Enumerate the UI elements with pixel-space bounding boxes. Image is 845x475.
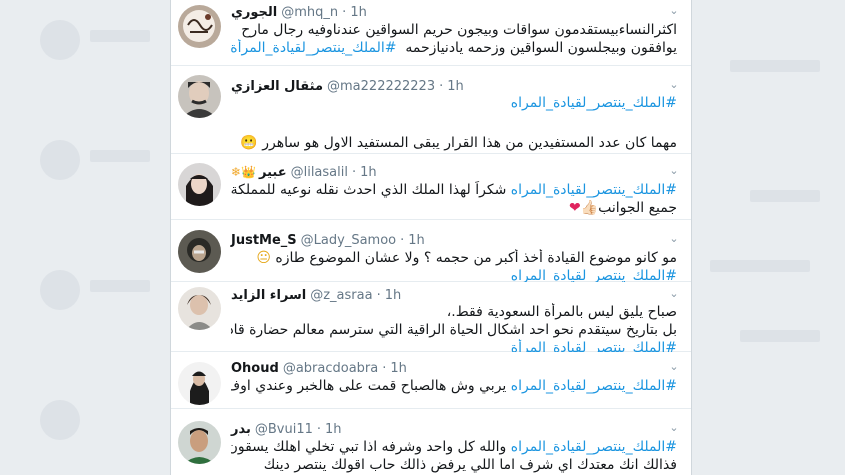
chevron-down-icon[interactable]: ⌄ [669,422,679,433]
tweet-header: الجوري @mhq_n · 1h [231,4,367,20]
tweet[interactable]: اسراء الزايد @z_asraa · 1h ⌄ صباح يليق ل… [171,282,691,356]
timestamp[interactable]: 1h [390,361,407,376]
tweet-header: بدر @Bvui11 · 1h [231,421,342,437]
name-emoji: ❄👑 [231,165,256,179]
tweet-line: #الملك_ينتصر_لقيادة_المراه [231,94,677,112]
hashtag-link[interactable]: #الملك_ينتصر_لقيادة_المراه [511,182,677,198]
chevron-down-icon[interactable]: ⌄ [669,288,679,299]
tweet-line: جميع الجوانب👍🏻❤ [568,200,677,216]
tweet-text: اكثرالنساءبيستقدمون سواقات وبيجون حريم ا… [231,21,677,57]
hashtag-link[interactable]: #الملك_ينتصر_لقيادة_المراه [511,439,677,455]
timestamp[interactable]: 1h [350,5,367,20]
chevron-down-icon[interactable]: ⌄ [669,361,679,372]
tweet[interactable]: ❄👑 عبير @lilasalil · 1h ⌄ #الملك_ينتصر_ل… [171,154,691,220]
hashtag-link[interactable]: #الملك_ينتصر_لقيادة_المراه [511,95,677,111]
user-handle[interactable]: @Lady_Samoo [301,233,396,248]
display-name[interactable]: الجوري [231,5,277,20]
user-handle[interactable]: @ma222222223 [327,79,435,94]
background-right-panel [690,0,845,475]
tweet[interactable]: JustMe_S @Lady_Samoo · 1h ⌄ مو كانو موضو… [171,220,691,285]
chevron-down-icon[interactable]: ⌄ [669,79,679,90]
timestamp[interactable]: 1h [360,165,377,180]
heart-emoji: 👍🏻❤ [568,200,599,216]
avatar[interactable] [178,287,221,330]
tweet-line: صباح يليق ليس بالمرأة السعودية فقط.، [446,304,677,320]
tweet-header: Ohoud @abracdoabra · 1h [231,360,407,376]
avatar[interactable] [178,362,221,405]
avatar[interactable] [178,421,221,464]
tweet-text: #الملك_ينتصر_لقيادة_المراه شكراً لهذا ال… [231,181,677,217]
tweet-line: يوافقون وبيجلسون السواقين وزحمه يادنيازح… [231,40,677,56]
avatar[interactable] [178,75,221,118]
tweet[interactable]: بدر @Bvui11 · 1h ⌄ #الملك_ينتصر_لقيادة_ا… [171,409,691,475]
grimace-emoji: 😬 [240,135,258,151]
tweet[interactable]: Ohoud @abracdoabra · 1h ⌄ #الملك_ينتصر_ل… [171,352,691,409]
avatar[interactable] [178,230,221,273]
tweet-line: #الملك_ينتصر_لقيادة_المراه والله كل واحد… [231,439,677,455]
tweet-header: ❄👑 عبير @lilasalil · 1h [231,164,377,180]
timestamp[interactable]: 1h [385,288,402,303]
tweet-line [231,112,677,130]
tweet[interactable]: مثقال العزازي @ma222222223 · 1h ⌄ #الملك… [171,66,691,154]
display-name[interactable]: JustMe_S [231,233,297,248]
tweet-text: #الملك_ينتصر_لقيادة_المراه والله كل واحد… [231,438,677,474]
user-handle[interactable]: @abracdoabra [283,361,378,376]
timestamp[interactable]: 1h [447,79,464,94]
display-name[interactable]: عبير [259,165,287,180]
tweet-header: مثقال العزازي @ma222222223 · 1h [231,78,464,94]
tweet-line: فذالك انك معتدك اي شرف اما اللي يرفض ذال… [263,457,677,473]
timestamp[interactable]: 1h [408,233,425,248]
tweet-text: #الملك_ينتصر_لقيادة_المراه يربي وش هالصب… [231,377,677,395]
hashtag-link[interactable]: #الملك_ينتصر_لقيادة_المرأة [231,40,397,56]
timeline: الجوري @mhq_n · 1h ⌄ اكثرالنساءبيستقدمون… [170,0,692,475]
chevron-down-icon[interactable]: ⌄ [669,165,679,176]
user-handle[interactable]: @mhq_n [281,5,338,20]
tweet-text: مو كانو موضوع القيادة أخذ أكبر من حجمه ؟… [231,249,677,285]
display-name[interactable]: مثقال العزازي [231,79,323,94]
tweet-header: اسراء الزايد @z_asraa · 1h [231,287,402,303]
tweet-line: اكثرالنساءبيستقدمون سواقات وبيجون حريم ا… [241,22,677,38]
tweet-text: #الملك_ينتصر_لقيادة_المراه مهما كان عدد … [231,94,677,152]
user-handle[interactable]: @Bvui11 [255,422,313,437]
tweet-line: مهما كان عدد المستفيدين من هذا القرار يب… [240,135,677,151]
display-name[interactable]: بدر [231,422,251,437]
tweet-line: مو كانو موضوع القيادة أخذ أكبر من حجمه ؟… [256,250,677,266]
tweet-header: JustMe_S @Lady_Samoo · 1h [231,232,425,248]
tweet-line: #الملك_ينتصر_لقيادة_المراه شكراً لهذا ال… [231,182,677,198]
neutral-face-emoji: 😐 [256,250,271,266]
avatar[interactable] [178,163,221,206]
avatar[interactable] [178,5,221,48]
timestamp[interactable]: 1h [325,422,342,437]
display-name[interactable]: Ohoud [231,361,279,376]
user-handle[interactable]: @z_asraa [310,288,372,303]
tweet-line: بل بتاريخ سيتقدم نحو احد اشكال الحياة ال… [231,322,677,338]
hashtag-link[interactable]: #الملك_ينتصر_لقيادة_المراه [511,378,677,394]
tweet-line: #الملك_ينتصر_لقيادة_المراه يربي وش هالصب… [231,378,677,394]
display-name[interactable]: اسراء الزايد [231,288,306,303]
user-handle[interactable]: @lilasalil [291,165,348,180]
background-left-panel [0,0,170,475]
chevron-down-icon[interactable]: ⌄ [669,5,679,16]
chevron-down-icon[interactable]: ⌄ [669,233,679,244]
tweet-text: صباح يليق ليس بالمرأة السعودية فقط.، بل … [231,303,677,357]
tweet[interactable]: الجوري @mhq_n · 1h ⌄ اكثرالنساءبيستقدمون… [171,0,691,66]
